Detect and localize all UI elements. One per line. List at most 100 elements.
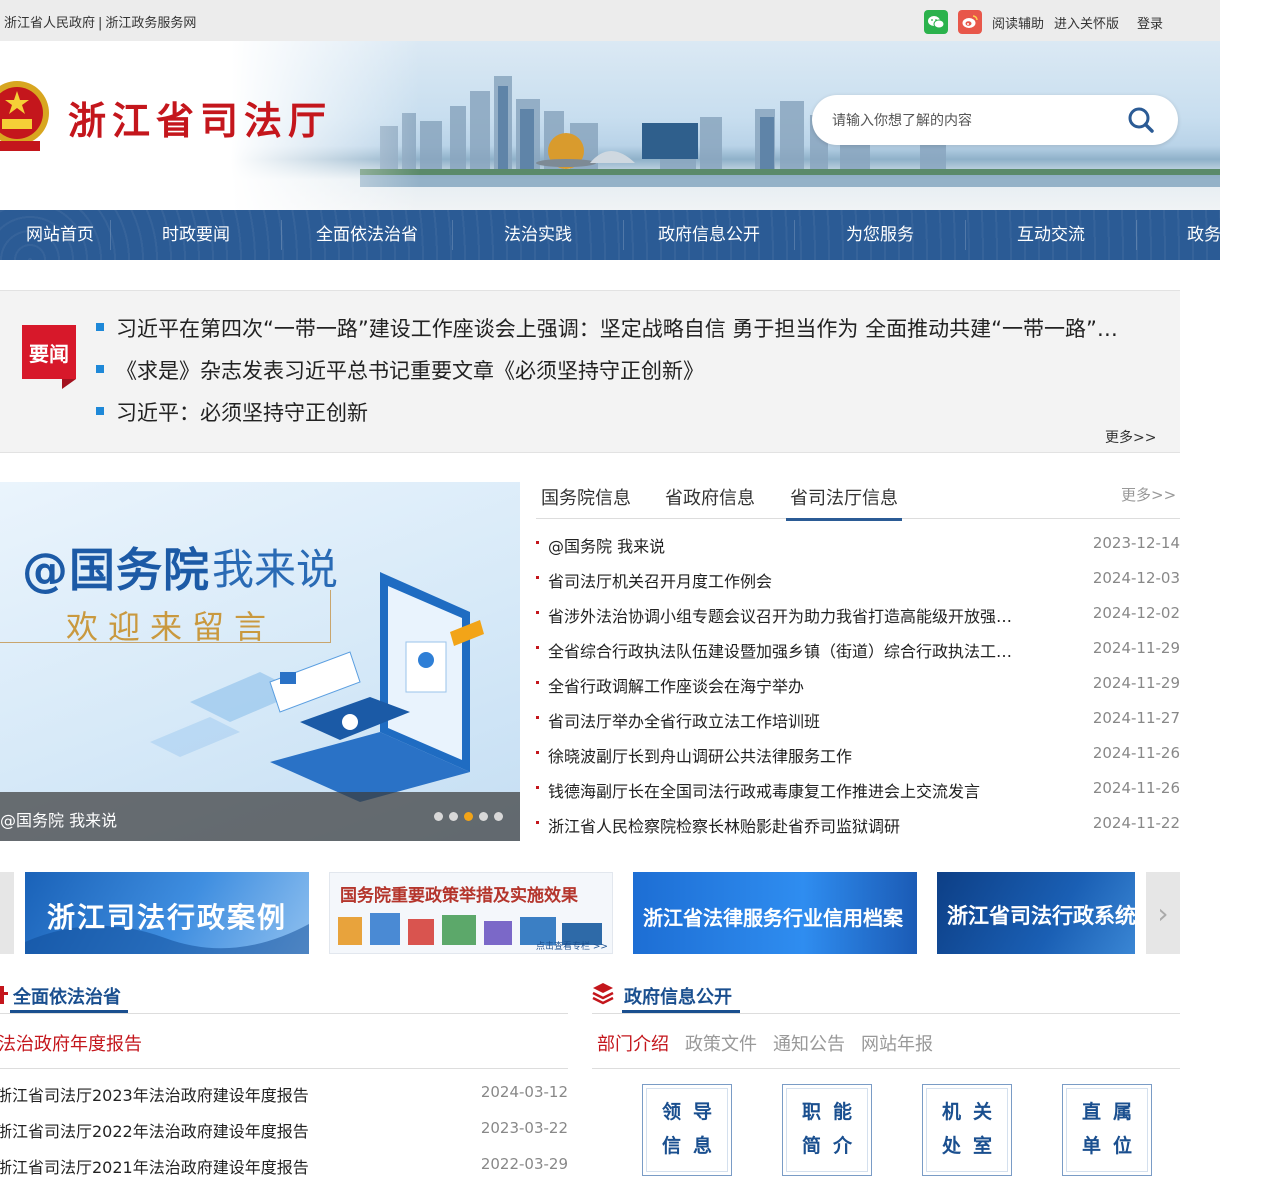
report-row[interactable]: 浙江省司法厅2023年法治政府建设年度报告 2024-03-12 <box>0 1078 568 1108</box>
report-row[interactable]: 浙江省司法厅2022年法治政府建设年度报告 2023-03-22 <box>0 1114 568 1144</box>
image-carousel[interactable]: @国务院 我来说 欢迎来留言 @国务院 我来说 <box>0 482 520 841</box>
tab-annual-report[interactable]: 网站年报 <box>861 1030 933 1056</box>
nav-gov-info[interactable]: 政府信息公开 <box>624 210 794 260</box>
section-icon <box>0 986 8 1004</box>
section-divider <box>0 1013 568 1014</box>
headline-item[interactable]: 习近平：必须坚持守正创新 <box>96 397 1136 427</box>
report-title[interactable]: 浙江省司法厅2023年法治政府建设年度报告 <box>0 1082 309 1106</box>
elder-mode-link[interactable]: 进入关怀版 <box>1054 13 1119 32</box>
item-title[interactable]: 钱德海副厅长在全国司法行政戒毒康复工作推进会上交流发言 <box>548 778 1022 802</box>
search-button[interactable] <box>1126 106 1158 134</box>
banner-system[interactable]: 浙江省司法行政系统 <box>937 872 1135 954</box>
zj-service-link[interactable]: 浙江政务服务网 <box>105 16 196 31</box>
list-item[interactable]: 钱德海副厅长在全国司法行政戒毒康复工作推进会上交流发言 2024-11-26 <box>536 771 1180 806</box>
tab-dept-intro[interactable]: 部门介绍 <box>597 1030 669 1056</box>
carousel-caption-bar: @国务院 我来说 <box>0 792 520 841</box>
box-affiliates[interactable]: 直属 单位 <box>1062 1084 1152 1176</box>
item-title[interactable]: 省司法厅机关召开月度工作例会 <box>548 568 1022 592</box>
banner-strip: ‹ 浙江司法行政案例 国务院重要政策举措及实施效果 点击查看专栏 >> 浙江省法… <box>0 872 1180 954</box>
banner-cases-text: 浙江司法行政案例 <box>47 901 288 934</box>
carousel-dot[interactable] <box>434 812 443 821</box>
badge-tail <box>62 379 76 389</box>
box-leaders[interactable]: 领导 信息 <box>642 1084 732 1176</box>
strip-next-button[interactable]: › <box>1146 872 1180 954</box>
info-more-link[interactable]: 更多>> <box>1121 484 1176 505</box>
carousel-dot[interactable] <box>449 812 458 821</box>
bullet-icon <box>536 576 539 579</box>
carousel-dot[interactable] <box>479 812 488 821</box>
wechat-icon[interactable] <box>924 10 948 34</box>
headline-text[interactable]: 习近平在第四次“一带一路”建设工作座谈会上强调：坚定战略自信 勇于担当作为 全面… <box>116 317 1136 341</box>
headline-item[interactable]: 《求是》杂志发表习近平总书记重要文章《必须坚持守正创新》 <box>96 355 1136 385</box>
bullet-icon <box>536 541 539 544</box>
section-title-rule-of-law[interactable]: 全面依法治省 <box>13 983 121 1009</box>
nav-affairs[interactable]: 政务 <box>1187 210 1220 260</box>
carousel-dot-active[interactable] <box>464 812 473 821</box>
reading-aid-link[interactable]: 阅读辅助 <box>992 13 1044 32</box>
item-date: 2024-12-03 <box>1092 569 1180 587</box>
nav-interaction[interactable]: 互动交流 <box>966 210 1136 260</box>
item-title[interactable]: @国务院 我来说 <box>548 533 1022 557</box>
item-title[interactable]: 省司法厅举办全省行政立法工作培训班 <box>548 708 1022 732</box>
list-item[interactable]: 浙江省人民检察院检察长林贻影赴省乔司监狱调研 2024-11-22 <box>536 806 1180 841</box>
banner-policy-title: 国务院重要政策举措及实施效果 <box>340 886 578 906</box>
section-title-gov-info[interactable]: 政府信息公开 <box>624 983 732 1009</box>
item-title[interactable]: 浙江省人民检察院检察长林贻影赴省乔司监狱调研 <box>548 813 1022 837</box>
banner-policy[interactable]: 国务院重要政策举措及实施效果 点击查看专栏 >> <box>329 872 613 954</box>
list-item[interactable]: 省司法厅举办全省行政立法工作培训班 2024-11-27 <box>536 701 1180 736</box>
tab-justice-dept[interactable]: 省司法厅信息 <box>786 484 902 521</box>
news-badge: 要闻 <box>22 325 76 379</box>
list-item[interactable]: @国务院 我来说 2023-12-14 <box>536 526 1180 561</box>
headline-text[interactable]: 习近平：必须坚持守正创新 <box>116 401 368 425</box>
headline-item[interactable]: 习近平在第四次“一带一路”建设工作座谈会上强调：坚定战略自信 勇于担当作为 全面… <box>96 313 1136 343</box>
nav-divider <box>110 220 111 250</box>
bullet-icon <box>96 323 104 331</box>
strip-prev-button[interactable]: ‹ <box>0 872 14 954</box>
nav-practice[interactable]: 法治实践 <box>453 210 623 260</box>
carousel-caption[interactable]: @国务院 我来说 <box>0 807 117 831</box>
site-title[interactable]: 浙江省司法厅 <box>68 90 332 145</box>
nav-rule-of-law[interactable]: 全面依法治省 <box>282 210 452 260</box>
report-title[interactable]: 浙江省司法厅2021年法治政府建设年度报告 <box>0 1154 309 1178</box>
item-date: 2024-11-26 <box>1092 779 1180 797</box>
item-date: 2024-11-27 <box>1092 709 1180 727</box>
info-tabs: 国务院信息 省政府信息 省司法厅信息 更多>> <box>536 482 1180 521</box>
headline-text[interactable]: 《求是》杂志发表习近平总书记重要文章《必须坚持守正创新》 <box>116 359 704 383</box>
carousel-dots <box>434 812 509 821</box>
list-item[interactable]: 徐晓波副厅长到舟山调研公共法律服务工作 2024-11-26 <box>536 736 1180 771</box>
banner-credit[interactable]: 浙江省法律服务行业信用档案 <box>633 872 917 954</box>
tab-policy-docs[interactable]: 政策文件 <box>685 1030 757 1056</box>
list-item[interactable]: 全省行政调解工作座谈会在海宁举办 2024-11-29 <box>536 666 1180 701</box>
banner-cases[interactable]: 浙江司法行政案例 <box>25 872 309 954</box>
nav-services[interactable]: 为您服务 <box>795 210 965 260</box>
item-title[interactable]: 全省行政调解工作座谈会在海宁举办 <box>548 673 1022 697</box>
login-link[interactable]: 登录 <box>1137 13 1163 32</box>
box-functions[interactable]: 职能 简介 <box>782 1084 872 1176</box>
list-item[interactable]: 省涉外法治协调小组专题会议召开为助力我省打造高能级开放强省提供法治保障 2024-… <box>536 596 1180 631</box>
list-item[interactable]: 全省综合行政执法队伍建设暨加强乡镇（街道）综合行政执法工作会议召开 2024-11… <box>536 631 1180 666</box>
section-divider <box>0 1068 568 1069</box>
report-row[interactable]: 浙江省司法厅2021年法治政府建设年度报告 2022-03-29 <box>0 1150 568 1180</box>
tab-notices[interactable]: 通知公告 <box>773 1030 845 1056</box>
item-title[interactable]: 省涉外法治协调小组专题会议召开为助力我省打造高能级开放强省提供法治保障 <box>548 603 1022 627</box>
tab-provincial-gov[interactable]: 省政府信息 <box>665 484 755 518</box>
zhejiang-gov-link[interactable]: 浙江省人民政府 <box>4 16 95 31</box>
search-icon <box>1128 107 1154 133</box>
list-item[interactable]: 省司法厅机关召开月度工作例会 2024-12-03 <box>536 561 1180 596</box>
report-title[interactable]: 浙江省司法厅2022年法治政府建设年度报告 <box>0 1118 309 1142</box>
site-header: 浙江省司法厅 <box>0 41 1220 210</box>
item-title[interactable]: 徐晓波副厅长到舟山调研公共法律服务工作 <box>548 743 1022 767</box>
banner-policy-note: 点击查看专栏 >> <box>536 942 608 952</box>
carousel-dot[interactable] <box>494 812 503 821</box>
tab-state-council[interactable]: 国务院信息 <box>541 484 631 518</box>
report-category-link[interactable]: 法治政府年度报告 <box>0 1030 142 1056</box>
box-departments[interactable]: 机关 处室 <box>922 1084 1012 1176</box>
search-input[interactable] <box>830 108 1114 134</box>
item-title[interactable]: 全省综合行政执法队伍建设暨加强乡镇（街道）综合行政执法工作会议召开 <box>548 638 1022 662</box>
news-more-link[interactable]: 更多>> <box>1105 427 1156 447</box>
nav-news[interactable]: 时政要闻 <box>128 210 264 260</box>
nav-home[interactable]: 网站首页 <box>0 210 120 260</box>
report-date: 2022-03-29 <box>480 1155 568 1173</box>
section-divider <box>592 1013 1180 1014</box>
weibo-icon[interactable] <box>958 10 982 34</box>
